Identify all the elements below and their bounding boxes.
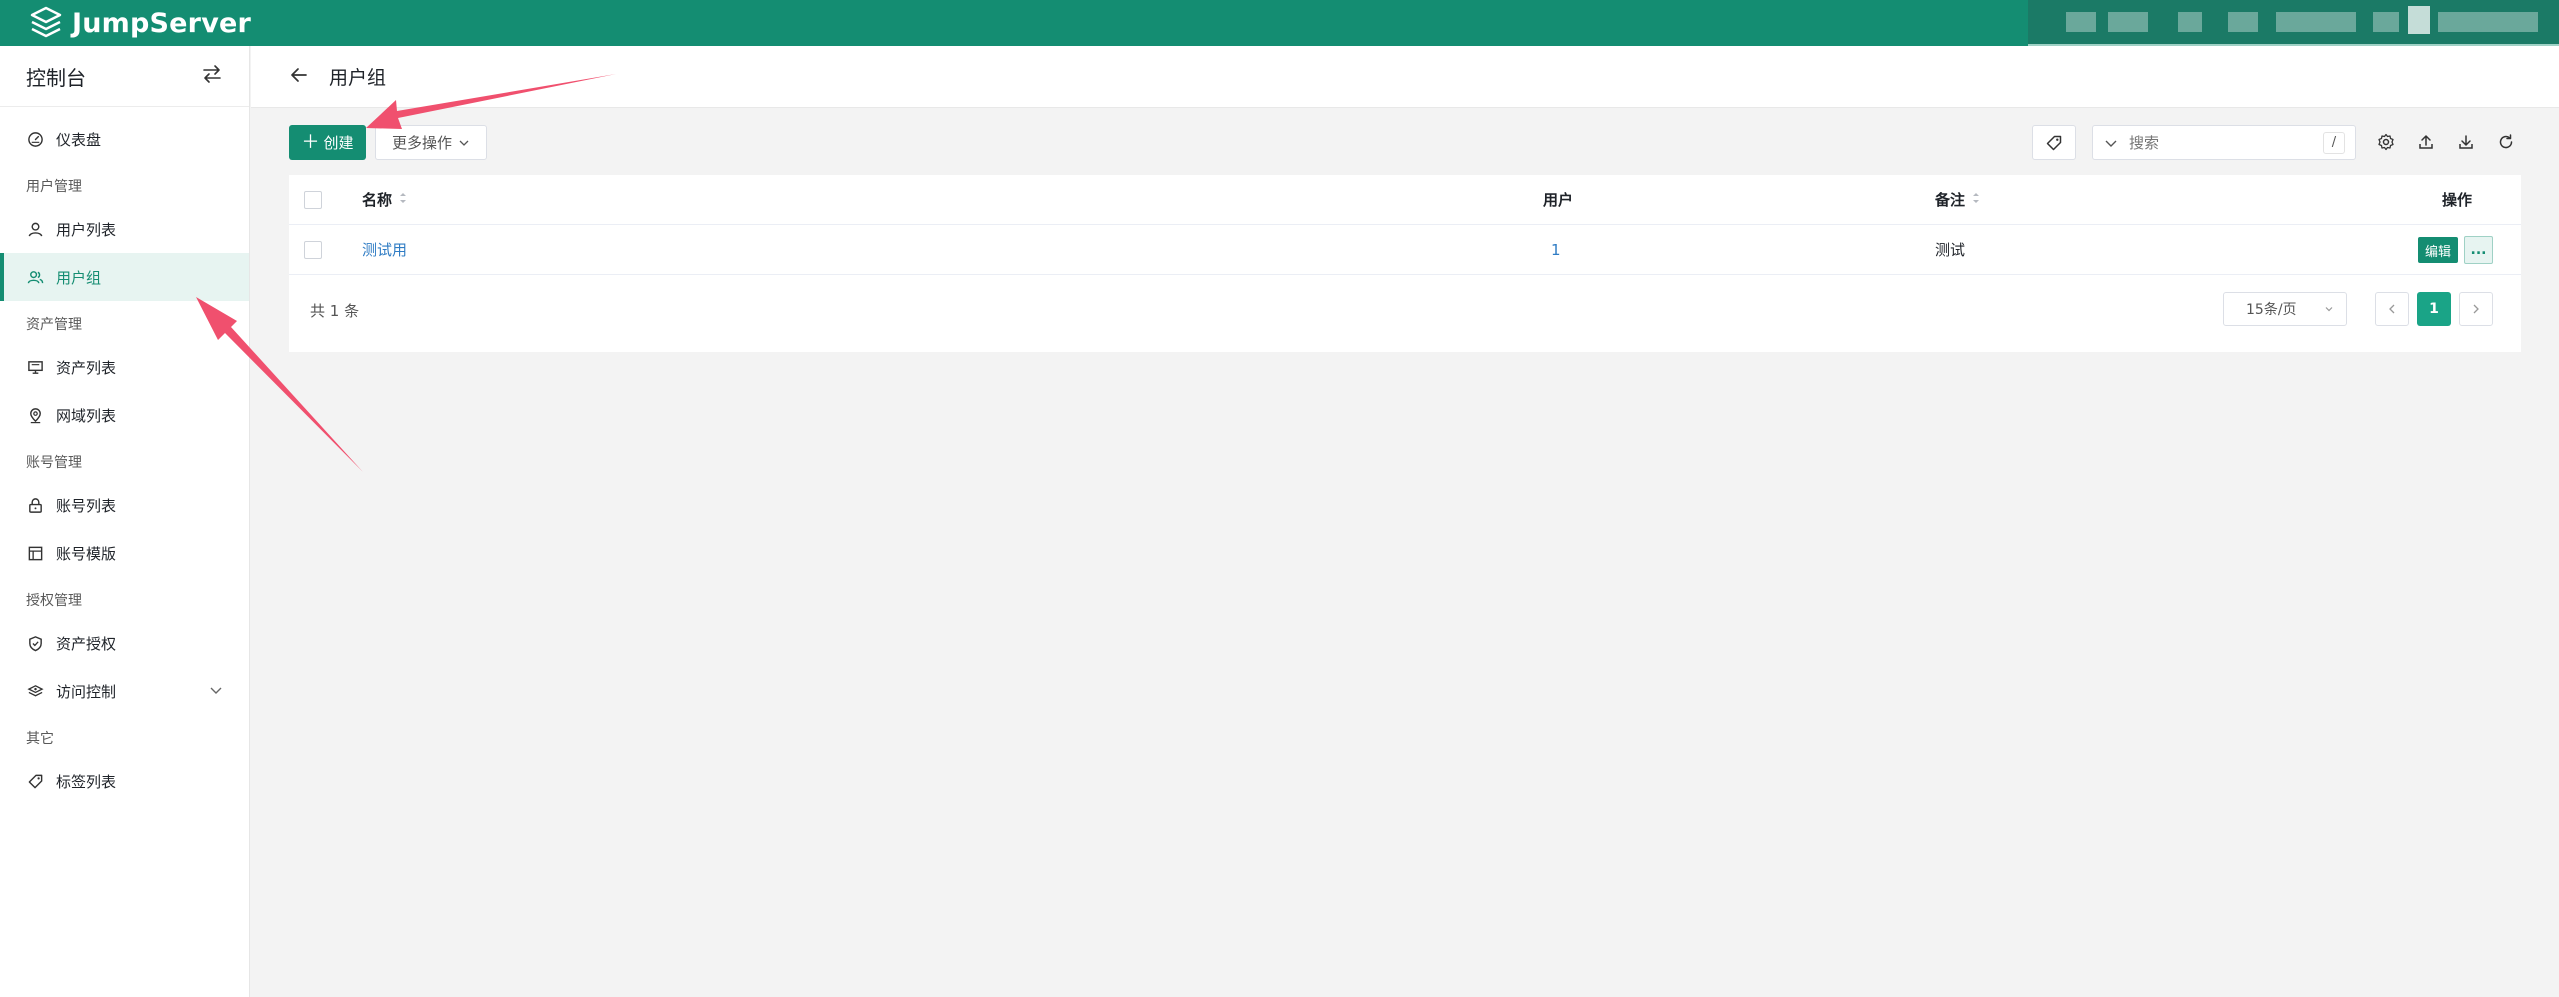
app-logo[interactable]: JumpServer <box>28 4 251 42</box>
sidebar-item-domain-list[interactable]: 网域列表 <box>0 391 249 439</box>
sidebar-group-other: 其它 <box>26 731 54 747</box>
jumpserver-logo-icon <box>30 6 62 38</box>
page-size-select[interactable]: 15条/页 <box>2223 292 2347 326</box>
table-row: 测试用 1 测试 编辑 ... <box>289 225 2521 275</box>
column-comment-label: 备注 <box>1935 191 1966 209</box>
search-box[interactable]: / <box>2092 125 2356 160</box>
plus-icon: ＋ <box>301 131 320 153</box>
chevron-down-icon[interactable] <box>2103 135 2119 151</box>
edit-button[interactable]: 编辑 <box>2418 237 2458 263</box>
sidebar-item-label: 标签列表 <box>56 772 117 791</box>
user-group-icon <box>26 268 44 286</box>
column-name[interactable]: 名称 <box>362 189 408 210</box>
create-button[interactable]: ＋ 创建 <box>289 125 366 160</box>
tag-icon <box>26 772 44 790</box>
more-actions-label: 更多操作 <box>391 134 452 152</box>
chevron-down-icon <box>2325 307 2333 312</box>
next-page-button[interactable] <box>2459 292 2493 326</box>
upload-icon[interactable] <box>2414 130 2438 154</box>
column-users: 用户 <box>1543 191 1574 209</box>
user-icon <box>26 220 44 238</box>
refresh-icon[interactable] <box>2494 130 2518 154</box>
sidebar-item-label: 网域列表 <box>56 406 117 425</box>
tag-icon <box>2046 135 2062 150</box>
row-checkbox[interactable] <box>304 240 322 259</box>
sidebar-item-account-template[interactable]: 账号模版 <box>0 529 249 577</box>
shield-icon <box>26 634 44 652</box>
location-icon <box>26 406 44 424</box>
table-header: 名称 用户 备注 操作 <box>289 175 2521 225</box>
settings-icon[interactable] <box>2374 130 2398 154</box>
search-input[interactable] <box>2129 133 2323 152</box>
sidebar-item-account-list[interactable]: 账号列表 <box>0 481 249 529</box>
sort-icon[interactable] <box>1971 191 1981 209</box>
chevron-down-icon[interactable] <box>209 683 223 701</box>
sidebar-item-label: 用户组 <box>56 268 102 287</box>
sidebar-item-user-group[interactable]: 用户组 <box>0 253 249 301</box>
sidebar-item-label: 访问控制 <box>56 682 117 701</box>
monitor-icon <box>26 358 44 376</box>
column-name-label: 名称 <box>362 191 393 209</box>
column-actions: 操作 <box>2442 191 2473 209</box>
row-users-link[interactable]: 1 <box>1551 241 1561 259</box>
sidebar-item-asset-list[interactable]: 资产列表 <box>0 343 249 391</box>
user-group-table: 名称 用户 备注 操作 测试用 1 测试 编辑 ... 共 1 条 15条/页 … <box>289 175 2521 352</box>
row-name-link[interactable]: 测试用 <box>362 239 407 260</box>
sidebar-item-dashboard[interactable]: 仪表盘 <box>0 115 249 163</box>
sidebar-group-permissions: 授权管理 <box>26 593 82 609</box>
download-icon[interactable] <box>2454 130 2478 154</box>
brand-name: JumpServer <box>72 7 252 39</box>
total-count: 共 1 条 <box>310 302 360 320</box>
sidebar-item-label: 资产授权 <box>56 634 117 653</box>
sidebar-group-users: 用户管理 <box>26 179 82 195</box>
sidebar-item-label: 资产列表 <box>56 358 117 377</box>
sidebar-item-label: 账号模版 <box>56 544 117 563</box>
more-actions-dropdown[interactable]: 更多操作 <box>375 125 487 160</box>
lock-icon <box>26 496 44 514</box>
sidebar-item-access-control[interactable]: 访问控制 <box>0 667 249 715</box>
tag-filter-button[interactable] <box>2032 125 2076 160</box>
prev-page-button[interactable] <box>2375 292 2409 326</box>
page-number-current[interactable]: 1 <box>2417 292 2451 326</box>
sidebar-item-label: 用户列表 <box>56 220 117 239</box>
row-more-button[interactable]: ... <box>2464 236 2493 264</box>
back-arrow-icon[interactable] <box>289 65 309 89</box>
sidebar-item-tag-list[interactable]: 标签列表 <box>0 757 249 805</box>
sidebar-title: 控制台 <box>26 65 86 90</box>
sidebar: 控制台 仪表盘 用户管理 用户列表 用户组 资产管理 资产列表 网域列表 账号管… <box>0 46 250 997</box>
row-comment: 测试 <box>1935 241 1966 259</box>
page-title: 用户组 <box>329 67 387 89</box>
top-bar: JumpServer <box>0 0 2559 54</box>
dashboard-icon <box>26 130 44 148</box>
sidebar-group-accounts: 账号管理 <box>26 455 82 471</box>
sidebar-item-user-list[interactable]: 用户列表 <box>0 205 249 253</box>
column-comment[interactable]: 备注 <box>1935 189 1981 210</box>
chevron-down-icon <box>459 140 469 146</box>
chevron-right-icon <box>2473 304 2479 314</box>
create-button-label: 创建 <box>323 134 354 152</box>
sidebar-header: 控制台 <box>0 46 249 106</box>
page-size-value: 15条/页 <box>2246 302 2297 318</box>
sidebar-item-label: 仪表盘 <box>56 130 102 149</box>
sidebar-item-asset-permission[interactable]: 资产授权 <box>0 619 249 667</box>
search-shortcut-hint: / <box>2323 131 2345 154</box>
sidebar-group-assets: 资产管理 <box>26 317 82 333</box>
select-all-checkbox[interactable] <box>304 190 322 209</box>
chevron-left-icon <box>2389 304 2395 314</box>
sort-icon[interactable] <box>398 191 408 209</box>
switch-view-icon[interactable] <box>201 63 223 89</box>
layers-icon <box>26 682 44 700</box>
page-header: 用户组 <box>251 46 2559 108</box>
sidebar-item-label: 账号列表 <box>56 496 117 515</box>
template-icon <box>26 544 44 562</box>
